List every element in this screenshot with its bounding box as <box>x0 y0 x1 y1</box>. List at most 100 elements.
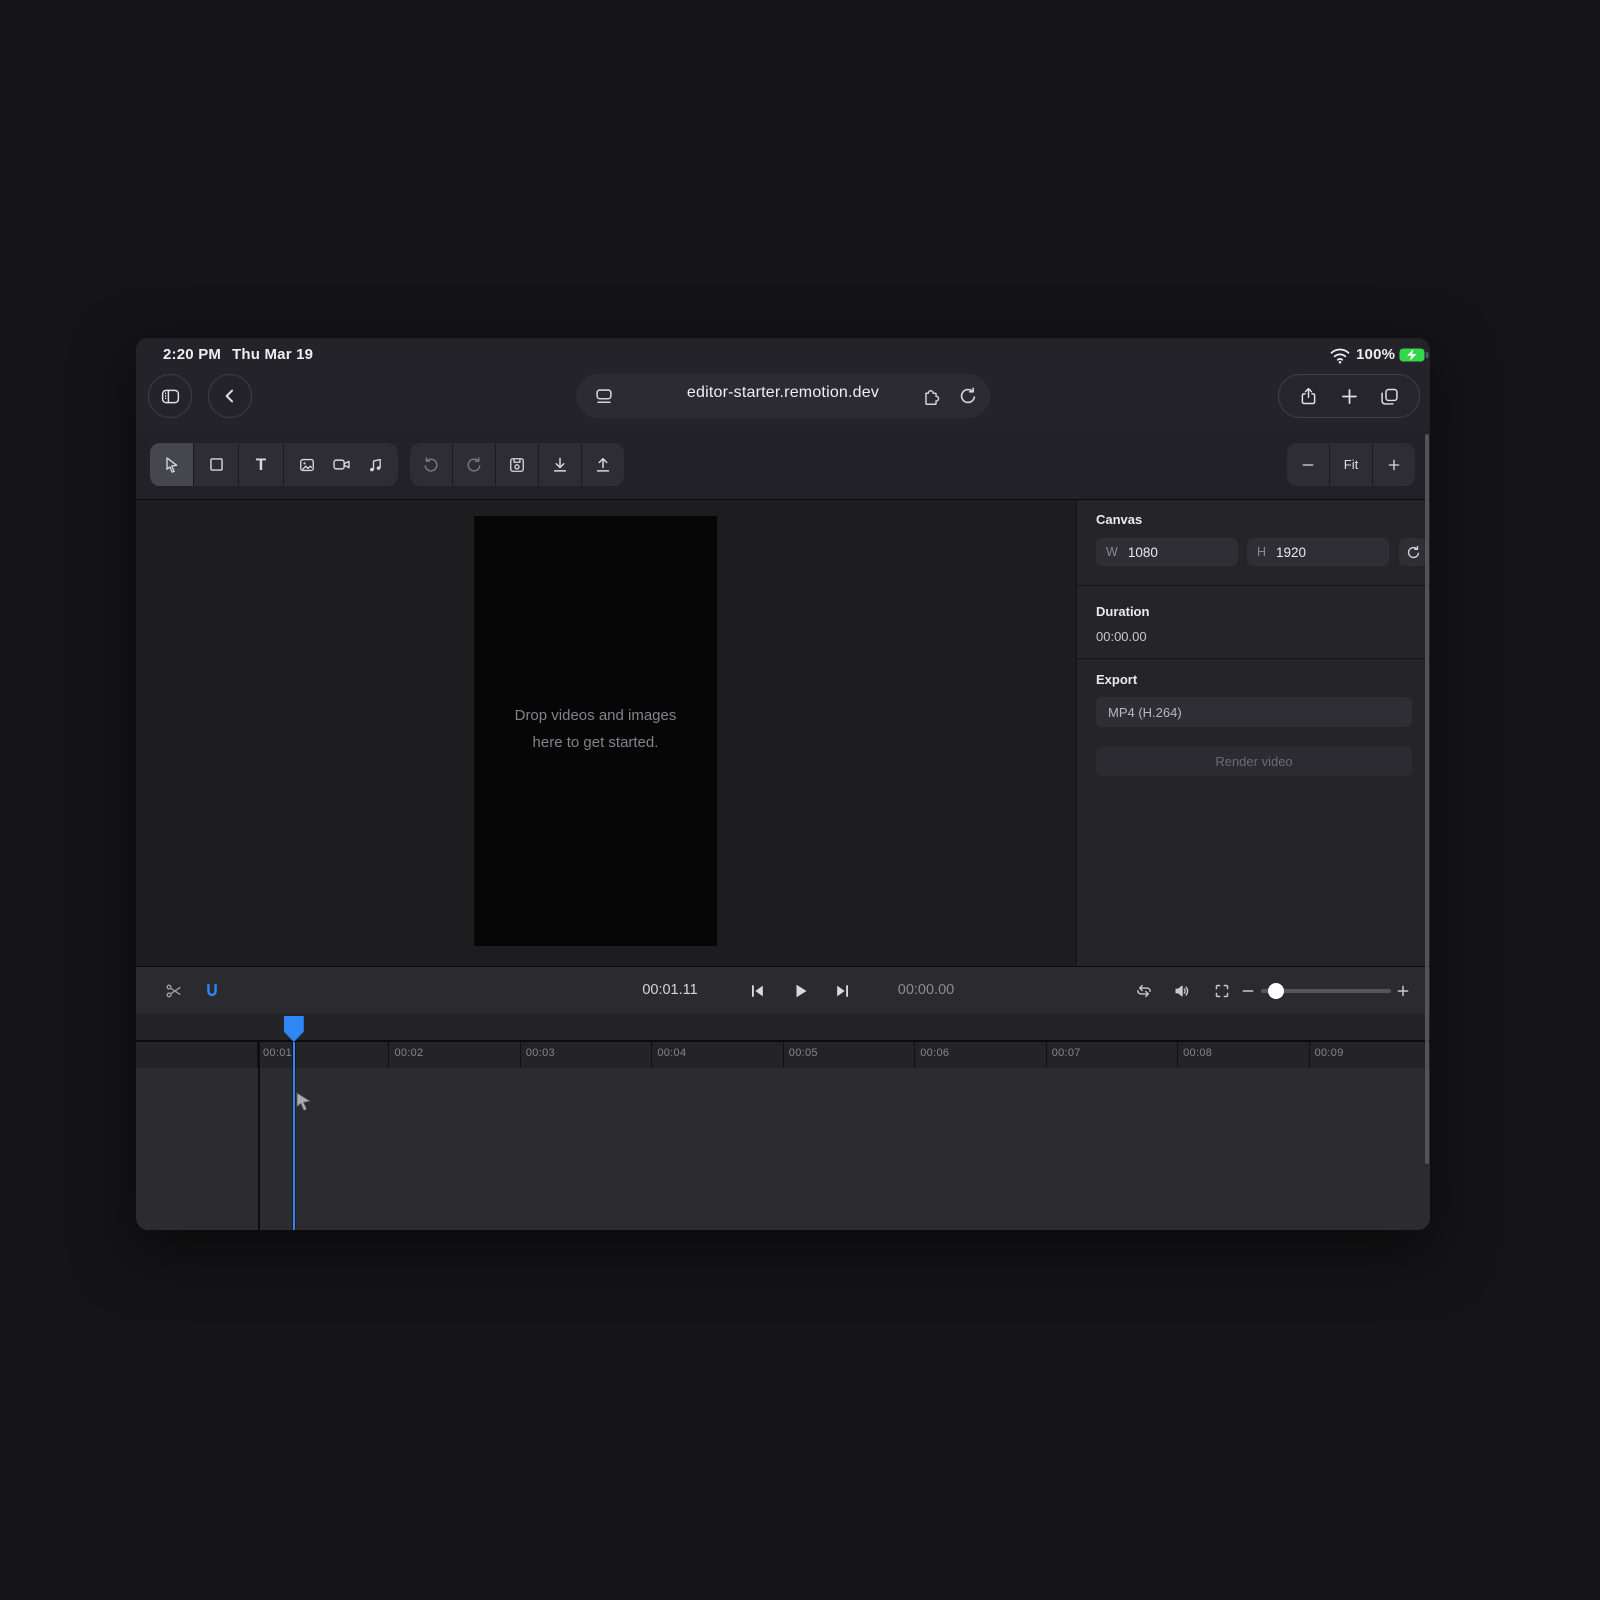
screen: 2:20 PM Thu Mar 19 100% <box>0 0 1600 1600</box>
skip-back-button[interactable] <box>747 981 767 1001</box>
page-scrollbar[interactable] <box>1425 434 1429 1164</box>
timeline-track-area[interactable] <box>136 1068 1430 1230</box>
minus-icon <box>1300 457 1316 473</box>
ruler-tick: 00:04 <box>651 1042 686 1068</box>
height-label: H <box>1257 545 1266 559</box>
export-format-value: MP4 (H.264) <box>1108 705 1182 720</box>
editor-toolbar: T <box>136 430 1430 500</box>
tools-group: T <box>150 443 398 486</box>
browser-chrome: 2:20 PM Thu Mar 19 100% <box>136 338 1430 430</box>
upload-icon <box>593 455 613 475</box>
video-camera-icon <box>331 454 352 475</box>
undo-icon <box>421 455 441 475</box>
magnet-snap-icon[interactable] <box>203 981 222 1000</box>
redo-icon <box>464 455 484 475</box>
battery-percent: 100% <box>1356 346 1395 363</box>
save-button[interactable] <box>496 443 538 486</box>
battery-charging-icon <box>1399 348 1429 362</box>
wifi-icon <box>1329 347 1351 364</box>
panel-divider <box>1077 658 1430 659</box>
ruler-tick: 00:05 <box>783 1042 818 1068</box>
export-format-select[interactable]: MP4 (H.264) <box>1096 697 1412 727</box>
ruler-tick: 00:09 <box>1309 1042 1344 1068</box>
panel-divider <box>1077 585 1430 586</box>
select-tool-button[interactable] <box>150 443 193 486</box>
current-time: 00:01.11 <box>610 982 730 998</box>
status-time: 2:20 PM <box>163 346 221 363</box>
sidebar-icon <box>160 386 181 407</box>
canvas-reset-icon <box>1405 544 1422 561</box>
extensions-puzzle-icon[interactable] <box>920 385 942 407</box>
render-video-button[interactable]: Render video <box>1096 746 1412 776</box>
share-icon[interactable] <box>1298 386 1319 407</box>
transport-bar: 00:01.11 00:00.00 <box>136 966 1430 1014</box>
loop-repeat-icon[interactable] <box>1134 981 1154 1001</box>
redo-button[interactable] <box>453 443 495 486</box>
url-bar[interactable]: editor-starter.remotion.dev <box>576 374 990 418</box>
download-icon <box>550 455 570 475</box>
tab-actions-cluster <box>1278 374 1420 418</box>
mouse-pointer-icon <box>296 1092 312 1114</box>
ruler-tick: 00:06 <box>914 1042 949 1068</box>
status-date: Thu Mar 19 <box>232 346 313 363</box>
canvas-section-title: Canvas <box>1096 512 1142 527</box>
drop-hint-line1: Drop videos and images <box>474 702 717 729</box>
skip-forward-button[interactable] <box>833 981 853 1001</box>
export-section-title: Export <box>1096 672 1137 687</box>
timeline-ruler[interactable]: 00:01 00:02 00:03 00:04 00:05 00:06 00:07 00:08… <box>136 1042 1430 1068</box>
timeline[interactable]: 00:01 00:02 00:03 00:04 00:05 00:06 00:07 00:08… <box>136 1014 1430 1230</box>
rectangle-tool-button[interactable] <box>194 443 238 486</box>
image-icon <box>297 455 317 475</box>
canvas-width-field[interactable]: W 1080 <box>1096 538 1238 566</box>
height-value[interactable]: 1920 <box>1276 545 1306 560</box>
select-cursor-icon <box>162 455 182 475</box>
ruler-tick: 00:07 <box>1046 1042 1081 1068</box>
ruler-tick: 00:08 <box>1177 1042 1212 1068</box>
width-label: W <box>1106 545 1118 559</box>
canvas-reset-button[interactable] <box>1399 538 1427 566</box>
upload-button[interactable] <box>582 443 624 486</box>
save-floppy-icon <box>507 455 527 475</box>
total-duration: 00:00.00 <box>866 982 986 998</box>
timeline-zoom-out-icon[interactable] <box>1240 983 1256 999</box>
track-header-separator <box>258 1040 260 1230</box>
drop-hint: Drop videos and images here to get start… <box>474 702 717 756</box>
zoom-in-button[interactable] <box>1373 443 1415 486</box>
timeline-zoom-in-icon[interactable] <box>1395 983 1411 999</box>
chevron-left-icon <box>220 386 240 406</box>
ruler-tick: 00:02 <box>388 1042 423 1068</box>
media-tools-cell[interactable] <box>284 443 398 486</box>
reload-icon[interactable] <box>957 385 979 407</box>
canvas-height-field[interactable]: H 1920 <box>1247 538 1389 566</box>
drop-hint-line2: here to get started. <box>474 729 717 756</box>
duration-section-title: Duration <box>1096 604 1149 619</box>
tabs-icon[interactable] <box>1379 386 1400 407</box>
playhead-line <box>293 1042 296 1230</box>
new-tab-plus-icon[interactable] <box>1339 386 1360 407</box>
ruler-tick: 00:01 <box>257 1042 292 1068</box>
composition-canvas[interactable]: Drop videos and images here to get start… <box>474 516 717 946</box>
sidebar-toggle-button[interactable] <box>148 374 192 418</box>
width-value[interactable]: 1080 <box>1128 545 1158 560</box>
back-button[interactable] <box>208 374 252 418</box>
text-tool-button[interactable]: T <box>239 443 283 486</box>
timeline-zoom-knob[interactable] <box>1268 983 1284 999</box>
timeline-header-spacer <box>136 1014 1430 1040</box>
volume-icon[interactable] <box>1172 981 1192 1001</box>
rectangle-icon <box>207 455 226 474</box>
fit-label: Fit <box>1344 457 1358 472</box>
undo-button[interactable] <box>410 443 452 486</box>
ruler-tick: 00:03 <box>520 1042 555 1068</box>
play-button[interactable] <box>790 980 811 1001</box>
stage[interactable]: Drop videos and images here to get start… <box>136 500 1076 966</box>
download-button[interactable] <box>539 443 581 486</box>
zoom-out-button[interactable] <box>1287 443 1329 486</box>
text-tool-icon: T <box>256 455 266 475</box>
zoom-fit-button[interactable]: Fit <box>1330 443 1372 486</box>
fullscreen-icon[interactable] <box>1213 981 1232 1000</box>
plus-icon <box>1386 457 1402 473</box>
history-file-group <box>410 443 624 486</box>
scissors-icon[interactable] <box>164 981 184 1001</box>
zoom-group: Fit <box>1287 443 1415 486</box>
safari-window: 2:20 PM Thu Mar 19 100% <box>136 338 1430 1230</box>
